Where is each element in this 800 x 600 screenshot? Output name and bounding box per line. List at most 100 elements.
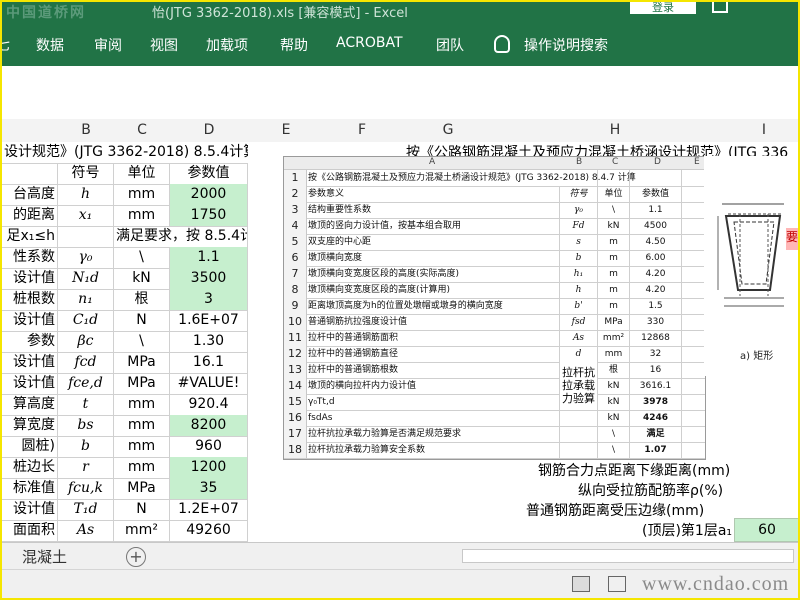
param-label-cell[interactable]: 算宽度: [2, 415, 58, 436]
param-label-cell[interactable]: 桩根数: [2, 289, 58, 310]
ribbon-display-icon[interactable]: [712, 2, 728, 13]
value-cell[interactable]: 1.30: [170, 331, 248, 352]
param-label-cell[interactable]: 的距离: [2, 205, 58, 226]
header-symbol[interactable]: 符号: [58, 163, 114, 184]
unit-cell[interactable]: kN: [114, 268, 170, 289]
unit-cell[interactable]: MPa: [114, 373, 170, 394]
col-header-d[interactable]: D: [170, 122, 248, 138]
col-header-g[interactable]: G: [400, 122, 496, 138]
symbol-cell[interactable]: n₁: [58, 289, 114, 310]
value-cell[interactable]: 3: [170, 289, 248, 310]
param-label-cell[interactable]: 算高度: [2, 394, 58, 415]
tell-me-search[interactable]: 操作说明搜索: [524, 35, 608, 55]
symbol-cell[interactable]: As: [58, 520, 114, 541]
unit-cell[interactable]: \: [114, 247, 170, 268]
value-cell[interactable]: 35: [170, 478, 248, 499]
value-cell[interactable]: 2000: [170, 184, 248, 205]
col-header-e[interactable]: E: [248, 122, 324, 138]
login-button[interactable]: 登录: [630, 2, 696, 14]
symbol-cell[interactable]: h: [58, 184, 114, 205]
symbol-cell[interactable]: γ₀: [58, 247, 114, 268]
param-label-cell[interactable]: 性系数: [2, 247, 58, 268]
unit-cell[interactable]: mm: [114, 205, 170, 226]
unit-cell[interactable]: 根: [114, 289, 170, 310]
add-sheet-icon[interactable]: +: [126, 547, 146, 567]
param-label-cell[interactable]: 设计值: [2, 310, 58, 331]
tab-view[interactable]: 视图: [150, 35, 178, 55]
normal-view-icon[interactable]: [572, 576, 590, 592]
parameter-label[interactable]: 普通钢筋距离受压边缘(mm): [526, 500, 704, 520]
unit-cell[interactable]: mm: [114, 184, 170, 205]
value-cell[interactable]: 1.2E+07: [170, 499, 248, 520]
left-table-title[interactable]: 设计规范》(JTG 3362-2018) 8.5.4计算: [2, 142, 248, 163]
unit-cell[interactable]: mm: [114, 457, 170, 478]
col-header-i[interactable]: I: [734, 122, 794, 138]
value-cell[interactable]: 1.1: [170, 247, 248, 268]
parameter-label[interactable]: (顶层)第1层a₁: [642, 520, 732, 540]
embedded-table-image[interactable]: A B C D E 1 按《公路钢筋混凝土及预应力混凝土桥涵设计规范》(JTG 3…: [283, 156, 706, 460]
param-label-cell[interactable]: 圆桩): [2, 436, 58, 457]
param-label-cell[interactable]: 参数: [2, 331, 58, 352]
symbol-cell[interactable]: r: [58, 457, 114, 478]
unit-cell[interactable]: mm: [114, 436, 170, 457]
tab-acrobat[interactable]: ACROBAT: [336, 35, 403, 51]
unit-cell[interactable]: N: [114, 499, 170, 520]
parameter-label[interactable]: 纵向受拉筋配筋率ρ(%): [578, 480, 723, 500]
parameter-label[interactable]: 钢筋合力点距离下缘距离(mm): [538, 460, 730, 480]
cell[interactable]: [2, 163, 58, 184]
header-unit[interactable]: 单位: [114, 163, 170, 184]
symbol-cell[interactable]: [58, 226, 114, 247]
tab-data[interactable]: 数据: [36, 35, 64, 55]
symbol-cell[interactable]: b: [58, 436, 114, 457]
value-cell[interactable]: 960: [170, 436, 248, 457]
sheet-tab-concrete[interactable]: 混凝土: [22, 546, 67, 567]
unit-cell[interactable]: mm: [114, 415, 170, 436]
tab-team[interactable]: 团队: [436, 35, 464, 55]
header-value[interactable]: 参数值: [170, 163, 248, 184]
input-cell-a1[interactable]: 60: [734, 518, 798, 542]
symbol-cell[interactable]: C₁d: [58, 310, 114, 331]
symbol-cell[interactable]: fcd: [58, 352, 114, 373]
symbol-cell[interactable]: bs: [58, 415, 114, 436]
tab-addins[interactable]: 加载项: [206, 35, 248, 55]
value-cell[interactable]: 1200: [170, 457, 248, 478]
param-label-cell[interactable]: 足x₁≤h: [2, 226, 58, 247]
value-cell[interactable]: 1750: [170, 205, 248, 226]
value-cell[interactable]: 920.4: [170, 394, 248, 415]
value-cell[interactable]: 3500: [170, 268, 248, 289]
col-header-h[interactable]: H: [496, 122, 734, 138]
param-label-cell[interactable]: 标准值: [2, 478, 58, 499]
tab-clipped[interactable]: 七: [2, 35, 10, 55]
symbol-cell[interactable]: N₁d: [58, 268, 114, 289]
value-cell[interactable]: 1.6E+07: [170, 310, 248, 331]
symbol-cell[interactable]: t: [58, 394, 114, 415]
param-label-cell[interactable]: 设计值: [2, 352, 58, 373]
tab-help[interactable]: 帮助: [280, 35, 308, 55]
param-label-cell[interactable]: 面面积: [2, 520, 58, 541]
param-label-cell[interactable]: 设计值: [2, 268, 58, 289]
symbol-cell[interactable]: T₁d: [58, 499, 114, 520]
value-cell[interactable]: 8200: [170, 415, 248, 436]
param-label-cell[interactable]: 桩边长: [2, 457, 58, 478]
param-label-cell[interactable]: 台高度: [2, 184, 58, 205]
symbol-cell[interactable]: x₁: [58, 205, 114, 226]
value-cell[interactable]: 49260: [170, 520, 248, 541]
param-label-cell[interactable]: 设计值: [2, 373, 58, 394]
col-header-b[interactable]: B: [58, 122, 114, 138]
unit-cell[interactable]: mm²: [114, 520, 170, 541]
condition-note-cell[interactable]: 满足要求，按 8.5.4计算: [114, 226, 248, 247]
value-cell[interactable]: #VALUE!: [170, 373, 248, 394]
unit-cell[interactable]: MPa: [114, 478, 170, 499]
unit-cell[interactable]: N: [114, 310, 170, 331]
page-layout-icon[interactable]: [608, 576, 626, 592]
param-label-cell[interactable]: 设计值: [2, 499, 58, 520]
symbol-cell[interactable]: βc: [58, 331, 114, 352]
col-header-c[interactable]: C: [114, 122, 170, 138]
unit-cell[interactable]: MPa: [114, 352, 170, 373]
symbol-cell[interactable]: fcu,k: [58, 478, 114, 499]
tab-review[interactable]: 审阅: [94, 35, 122, 55]
unit-cell[interactable]: \: [114, 331, 170, 352]
col-header-f[interactable]: F: [324, 122, 400, 138]
value-cell[interactable]: 16.1: [170, 352, 248, 373]
horizontal-scrollbar[interactable]: [462, 549, 794, 563]
